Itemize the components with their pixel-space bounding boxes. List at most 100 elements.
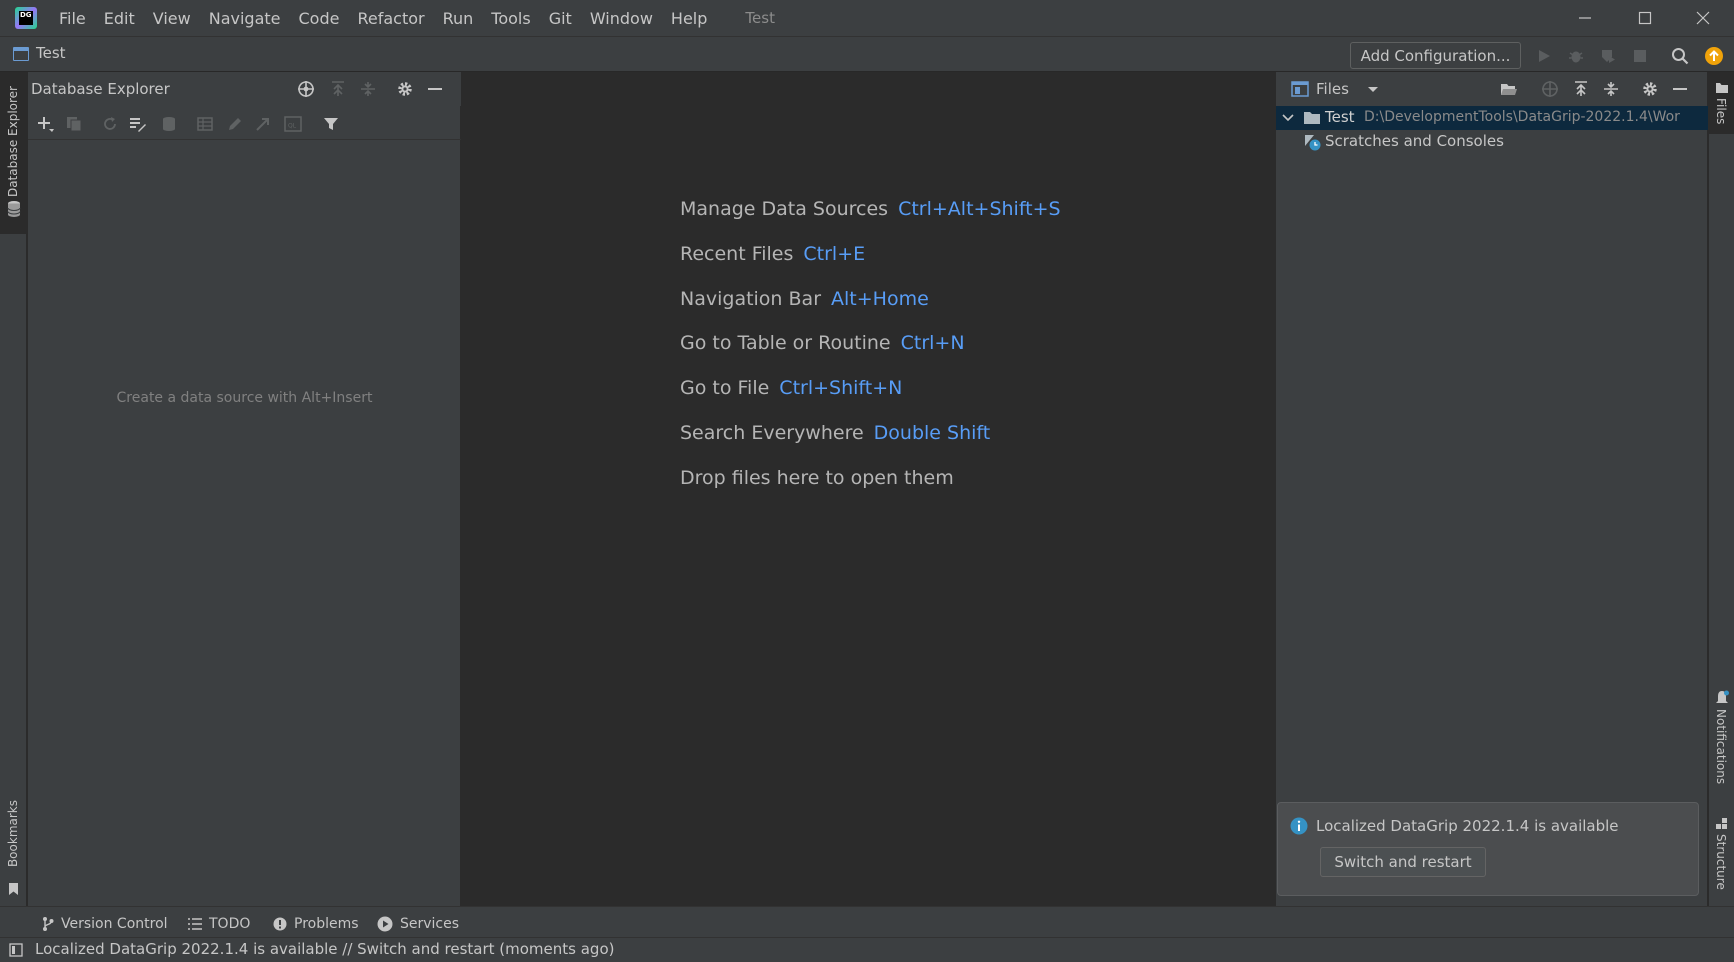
collapse-all-button[interactable]	[358, 79, 378, 99]
locate-button[interactable]	[296, 79, 316, 99]
menu-code[interactable]: Code	[299, 9, 340, 28]
toggle-tool-windows-icon[interactable]	[9, 943, 23, 957]
files-view-icon	[1291, 81, 1309, 97]
settings-button[interactable]	[395, 79, 415, 99]
stripe-files[interactable]: Files	[1709, 72, 1734, 134]
hint-label: Go to File	[680, 377, 770, 399]
maximize-button[interactable]	[1616, 0, 1674, 36]
menu-git[interactable]: Git	[549, 9, 572, 28]
stripe-files-label: Files	[1714, 98, 1728, 125]
jump-to-source-button[interactable]	[253, 114, 273, 134]
gear-icon	[398, 82, 412, 96]
bookmark-icon	[9, 883, 18, 895]
open-query-console-button[interactable]: QL	[283, 114, 303, 134]
warning-circle-icon	[273, 917, 287, 931]
tab-todo[interactable]: TODO	[188, 916, 250, 932]
locate-button[interactable]	[1540, 79, 1560, 99]
data-source-properties-button[interactable]	[159, 114, 179, 134]
debug-button[interactable]	[1566, 46, 1586, 66]
switch-and-restart-button[interactable]: Switch and restart	[1320, 847, 1486, 877]
collapse-all-button[interactable]	[1601, 79, 1621, 99]
collapse-all-icon	[1604, 82, 1618, 96]
open-folder-button[interactable]	[1499, 79, 1519, 99]
chevron-down-icon[interactable]	[1282, 114, 1294, 122]
menu-run[interactable]: Run	[443, 9, 474, 28]
refresh-icon	[104, 117, 116, 130]
tab-version-control[interactable]: Version Control	[42, 916, 168, 932]
status-bar: Localized DataGrip 2022.1.4 is available…	[0, 937, 1734, 962]
copy-icon	[67, 117, 82, 132]
plus-icon	[38, 117, 54, 132]
filter-button[interactable]	[321, 114, 341, 134]
chevron-down-icon[interactable]	[1367, 86, 1379, 94]
hide-panel-button[interactable]	[425, 79, 445, 99]
stop-button[interactable]	[1630, 46, 1650, 66]
update-available-button[interactable]	[1704, 46, 1724, 66]
hint-search-everywhere: Search Everywhere Double Shift	[680, 422, 990, 444]
stripe-notifications-label[interactable]: Notifications	[1714, 709, 1728, 784]
menu-tools[interactable]: Tools	[491, 9, 530, 28]
menu-edit[interactable]: Edit	[104, 9, 135, 28]
search-everywhere-button[interactable]	[1670, 46, 1690, 66]
stripe-database-explorer-label: Database Explorer	[6, 86, 20, 198]
new-data-source-button[interactable]	[36, 114, 56, 134]
list-icon	[188, 918, 202, 930]
run-with-coverage-button[interactable]	[1598, 46, 1618, 66]
tab-label: TODO	[209, 916, 251, 932]
menu-file[interactable]: File	[59, 9, 86, 28]
hint-go-to-file: Go to File Ctrl+Shift+N	[680, 377, 902, 399]
add-configuration-button[interactable]: Add Configuration...	[1350, 42, 1521, 69]
hint-go-to-table: Go to Table or Routine Ctrl+N	[680, 332, 965, 354]
tree-item-name: Scratches and Consoles	[1325, 132, 1504, 150]
window-title: Test	[745, 9, 775, 27]
minimize-button[interactable]	[1556, 0, 1614, 36]
menu-view[interactable]: View	[153, 9, 191, 28]
hint-shortcut: Double Shift	[873, 422, 991, 444]
svg-text:QL: QL	[288, 123, 297, 130]
stripe-database-explorer[interactable]: Database Explorer	[0, 72, 27, 234]
menu-refactor[interactable]: Refactor	[357, 9, 424, 28]
edit-button[interactable]	[225, 114, 245, 134]
hint-navigation-bar: Navigation Bar Alt+Home	[680, 288, 929, 310]
expand-all-button[interactable]	[1571, 79, 1591, 99]
empty-state-text: Create a data source with Alt+Insert	[116, 390, 373, 406]
stripe-structure-label[interactable]: Structure	[1714, 834, 1728, 890]
table-icon	[197, 117, 213, 131]
hint-manage-data-sources: Manage Data Sources Ctrl+Alt+Shift+S	[680, 198, 1061, 220]
folder-open-icon	[1501, 84, 1517, 95]
duplicate-button[interactable]	[64, 114, 84, 134]
expand-all-button[interactable]	[328, 79, 348, 99]
tab-services[interactable]: Services	[377, 916, 459, 932]
status-message[interactable]: Localized DataGrip 2022.1.4 is available…	[35, 940, 614, 958]
menu-window[interactable]: Window	[590, 9, 653, 28]
minimize-icon	[1579, 17, 1591, 19]
close-button[interactable]	[1674, 0, 1732, 36]
menu-navigate[interactable]: Navigate	[209, 9, 281, 28]
notification-bell-icon[interactable]	[1715, 690, 1729, 706]
hide-panel-button[interactable]	[1670, 79, 1690, 99]
services-play-icon	[377, 916, 393, 932]
refresh-button[interactable]	[100, 114, 120, 134]
console-icon: QL	[284, 116, 302, 132]
table-view-button[interactable]	[195, 114, 215, 134]
settings-button[interactable]	[1640, 79, 1660, 99]
files-title[interactable]: Files	[1316, 80, 1349, 98]
editor-empty-area: Manage Data Sources Ctrl+Alt+Shift+S Rece…	[462, 72, 1274, 906]
tree-row-project[interactable]: Test D:\DevelopmentTools\DataGrip-2022.1…	[1276, 106, 1708, 130]
run-button[interactable]	[1534, 46, 1554, 66]
breadcrumb-project[interactable]: Test	[36, 44, 66, 62]
edit-properties-button[interactable]	[128, 114, 148, 134]
debug-bug-icon	[1569, 51, 1583, 63]
menu-help[interactable]: Help	[671, 9, 707, 28]
stripe-bookmarks-label[interactable]: Bookmarks	[6, 800, 20, 867]
minimize-icon	[1673, 88, 1687, 90]
tab-problems[interactable]: Problems	[273, 916, 359, 932]
hint-label: Search Everywhere	[680, 422, 864, 444]
tree-row-scratches[interactable]: Scratches and Consoles	[1276, 130, 1708, 154]
notification-balloon: Localized DataGrip 2022.1.4 is available…	[1277, 802, 1699, 896]
scratches-icon	[1305, 135, 1321, 151]
menu-bar: DG File Edit View Navigate Code Refactor…	[0, 0, 1734, 36]
project-icon	[13, 47, 29, 61]
navigation-bar: Test Add Configuration...	[0, 36, 1734, 72]
hint-label: Go to Table or Routine	[680, 332, 891, 354]
